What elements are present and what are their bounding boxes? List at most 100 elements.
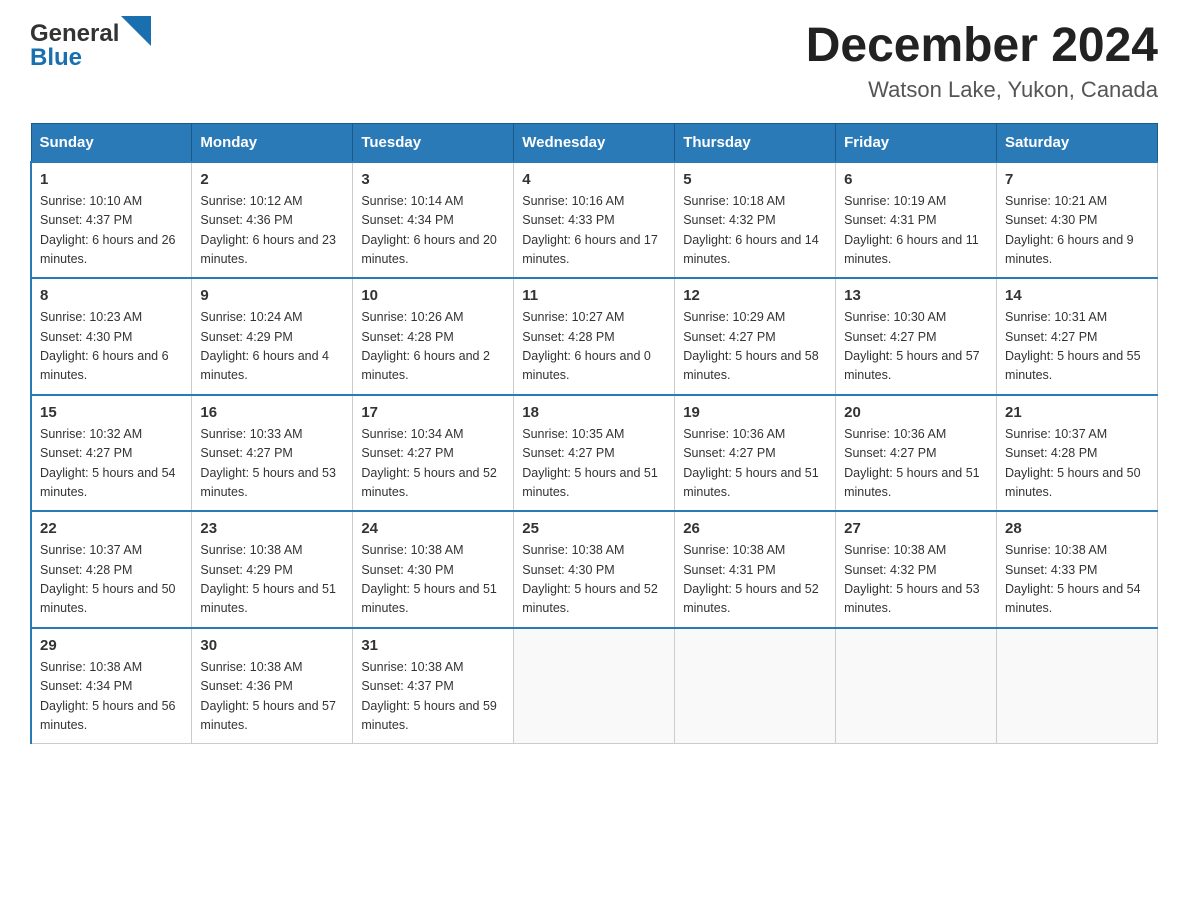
- day-number: 15: [40, 404, 183, 421]
- calendar-cell: 10Sunrise: 10:26 AMSunset: 4:28 PMDaylig…: [353, 278, 514, 395]
- calendar-cell: 5Sunrise: 10:18 AMSunset: 4:32 PMDayligh…: [675, 162, 836, 279]
- calendar-week-5: 29 Sunrise: 10:38 AMSunset: 4:34 PMDaylig…: [31, 628, 1158, 744]
- day-info: Sunrise: 10:38 AMSunset: 4:32 PMDaylight…: [844, 541, 988, 619]
- col-header-friday: Friday: [836, 123, 997, 162]
- day-number: 4: [522, 171, 666, 188]
- day-number: 1: [40, 171, 183, 188]
- logo-blue: Blue: [30, 44, 151, 72]
- day-info: Sunrise: 10:18 AMSunset: 4:32 PMDaylight…: [683, 192, 827, 270]
- day-info: Sunrise: 10:24 AMSunset: 4:29 PMDaylight…: [200, 308, 344, 386]
- day-info: Sunrise: 10:38 AMSunset: 4:37 PMDaylight…: [361, 658, 505, 736]
- day-number: 17: [361, 404, 505, 421]
- calendar-cell: 8Sunrise: 10:23 AMSunset: 4:30 PMDayligh…: [31, 278, 192, 395]
- day-number: 22: [40, 520, 183, 537]
- day-number: 7: [1005, 171, 1149, 188]
- col-header-thursday: Thursday: [675, 123, 836, 162]
- day-info: Sunrise: 10:38 AMSunset: 4:30 PMDaylight…: [361, 541, 505, 619]
- calendar-cell: 30 Sunrise: 10:38 AMSunset: 4:36 PMDaylig…: [192, 628, 353, 744]
- day-number: 13: [844, 287, 988, 304]
- calendar-cell: 22 Sunrise: 10:37 AMSunset: 4:28 PMDaylig…: [31, 511, 192, 628]
- day-info: Sunrise: 10:32 AMSunset: 4:27 PMDaylight…: [40, 425, 183, 503]
- calendar-cell: 27 Sunrise: 10:38 AMSunset: 4:32 PMDaylig…: [836, 511, 997, 628]
- logo-icon: [121, 16, 151, 46]
- col-header-wednesday: Wednesday: [514, 123, 675, 162]
- calendar-week-3: 15 Sunrise: 10:32 AMSunset: 4:27 PMDaylig…: [31, 395, 1158, 512]
- day-number: 27: [844, 520, 988, 537]
- day-info: Sunrise: 10:38 AMSunset: 4:33 PMDaylight…: [1005, 541, 1149, 619]
- day-info: Sunrise: 10:36 AMSunset: 4:27 PMDaylight…: [683, 425, 827, 503]
- day-number: 23: [200, 520, 344, 537]
- calendar-cell: 23 Sunrise: 10:38 AMSunset: 4:29 PMDaylig…: [192, 511, 353, 628]
- day-info: Sunrise: 10:12 AMSunset: 4:36 PMDaylight…: [200, 192, 344, 270]
- calendar-cell: 16 Sunrise: 10:33 AMSunset: 4:27 PMDaylig…: [192, 395, 353, 512]
- day-info: Sunrise: 10:37 AMSunset: 4:28 PMDaylight…: [40, 541, 183, 619]
- day-info: Sunrise: 10:37 AMSunset: 4:28 PMDaylight…: [1005, 425, 1149, 503]
- page-header: General Blue December 2024 Watson Lake, …: [30, 20, 1158, 103]
- calendar-cell: 26Sunrise: 10:38 AMSunset: 4:31 PMDaylig…: [675, 511, 836, 628]
- day-number: 11: [522, 287, 666, 304]
- calendar-week-1: 1 Sunrise: 10:10 AMSunset: 4:37 PMDayligh…: [31, 162, 1158, 279]
- day-number: 19: [683, 404, 827, 421]
- day-number: 24: [361, 520, 505, 537]
- day-info: Sunrise: 10:27 AMSunset: 4:28 PMDaylight…: [522, 308, 666, 386]
- day-info: Sunrise: 10:33 AMSunset: 4:27 PMDaylight…: [200, 425, 344, 503]
- calendar-cell: [997, 628, 1158, 744]
- day-info: Sunrise: 10:38 AMSunset: 4:30 PMDaylight…: [522, 541, 666, 619]
- day-number: 9: [200, 287, 344, 304]
- day-info: Sunrise: 10:19 AMSunset: 4:31 PMDaylight…: [844, 192, 988, 270]
- calendar-cell: 18Sunrise: 10:35 AMSunset: 4:27 PMDaylig…: [514, 395, 675, 512]
- calendar-cell: 21 Sunrise: 10:37 AMSunset: 4:28 PMDaylig…: [997, 395, 1158, 512]
- day-number: 3: [361, 171, 505, 188]
- day-number: 25: [522, 520, 666, 537]
- calendar-cell: 1 Sunrise: 10:10 AMSunset: 4:37 PMDayligh…: [31, 162, 192, 279]
- day-info: Sunrise: 10:16 AMSunset: 4:33 PMDaylight…: [522, 192, 666, 270]
- day-number: 26: [683, 520, 827, 537]
- calendar-cell: [675, 628, 836, 744]
- day-number: 31: [361, 637, 505, 654]
- calendar-cell: 6 Sunrise: 10:19 AMSunset: 4:31 PMDayligh…: [836, 162, 997, 279]
- calendar-week-2: 8Sunrise: 10:23 AMSunset: 4:30 PMDayligh…: [31, 278, 1158, 395]
- calendar-cell: 9 Sunrise: 10:24 AMSunset: 4:29 PMDayligh…: [192, 278, 353, 395]
- day-info: Sunrise: 10:14 AMSunset: 4:34 PMDaylight…: [361, 192, 505, 270]
- calendar-cell: [514, 628, 675, 744]
- calendar-cell: 17 Sunrise: 10:34 AMSunset: 4:27 PMDaylig…: [353, 395, 514, 512]
- calendar-table: SundayMondayTuesdayWednesdayThursdayFrid…: [30, 123, 1158, 745]
- col-header-tuesday: Tuesday: [353, 123, 514, 162]
- day-info: Sunrise: 10:36 AMSunset: 4:27 PMDaylight…: [844, 425, 988, 503]
- calendar-cell: 31 Sunrise: 10:38 AMSunset: 4:37 PMDaylig…: [353, 628, 514, 744]
- day-info: Sunrise: 10:10 AMSunset: 4:37 PMDaylight…: [40, 192, 183, 270]
- day-info: Sunrise: 10:21 AMSunset: 4:30 PMDaylight…: [1005, 192, 1149, 270]
- day-info: Sunrise: 10:38 AMSunset: 4:36 PMDaylight…: [200, 658, 344, 736]
- day-number: 16: [200, 404, 344, 421]
- calendar-title: December 2024: [806, 20, 1158, 73]
- calendar-cell: 29 Sunrise: 10:38 AMSunset: 4:34 PMDaylig…: [31, 628, 192, 744]
- calendar-cell: 4 Sunrise: 10:16 AMSunset: 4:33 PMDayligh…: [514, 162, 675, 279]
- calendar-cell: 24 Sunrise: 10:38 AMSunset: 4:30 PMDaylig…: [353, 511, 514, 628]
- calendar-week-4: 22 Sunrise: 10:37 AMSunset: 4:28 PMDaylig…: [31, 511, 1158, 628]
- calendar-cell: 12Sunrise: 10:29 AMSunset: 4:27 PMDaylig…: [675, 278, 836, 395]
- day-info: Sunrise: 10:26 AMSunset: 4:28 PMDaylight…: [361, 308, 505, 386]
- day-info: Sunrise: 10:38 AMSunset: 4:29 PMDaylight…: [200, 541, 344, 619]
- day-info: Sunrise: 10:34 AMSunset: 4:27 PMDaylight…: [361, 425, 505, 503]
- calendar-cell: [836, 628, 997, 744]
- day-number: 20: [844, 404, 988, 421]
- day-info: Sunrise: 10:30 AMSunset: 4:27 PMDaylight…: [844, 308, 988, 386]
- day-number: 6: [844, 171, 988, 188]
- day-number: 30: [200, 637, 344, 654]
- day-number: 21: [1005, 404, 1149, 421]
- calendar-cell: 28 Sunrise: 10:38 AMSunset: 4:33 PMDaylig…: [997, 511, 1158, 628]
- calendar-cell: 3 Sunrise: 10:14 AMSunset: 4:34 PMDayligh…: [353, 162, 514, 279]
- calendar-cell: 11 Sunrise: 10:27 AMSunset: 4:28 PMDaylig…: [514, 278, 675, 395]
- day-info: Sunrise: 10:38 AMSunset: 4:34 PMDaylight…: [40, 658, 183, 736]
- col-header-saturday: Saturday: [997, 123, 1158, 162]
- day-info: Sunrise: 10:35 AMSunset: 4:27 PMDaylight…: [522, 425, 666, 503]
- day-number: 28: [1005, 520, 1149, 537]
- calendar-cell: 20 Sunrise: 10:36 AMSunset: 4:27 PMDaylig…: [836, 395, 997, 512]
- day-info: Sunrise: 10:29 AMSunset: 4:27 PMDaylight…: [683, 308, 827, 386]
- calendar-cell: 14Sunrise: 10:31 AMSunset: 4:27 PMDaylig…: [997, 278, 1158, 395]
- day-number: 2: [200, 171, 344, 188]
- title-block: December 2024 Watson Lake, Yukon, Canada: [806, 20, 1158, 103]
- calendar-cell: 13 Sunrise: 10:30 AMSunset: 4:27 PMDaylig…: [836, 278, 997, 395]
- calendar-cell: 19 Sunrise: 10:36 AMSunset: 4:27 PMDaylig…: [675, 395, 836, 512]
- day-number: 29: [40, 637, 183, 654]
